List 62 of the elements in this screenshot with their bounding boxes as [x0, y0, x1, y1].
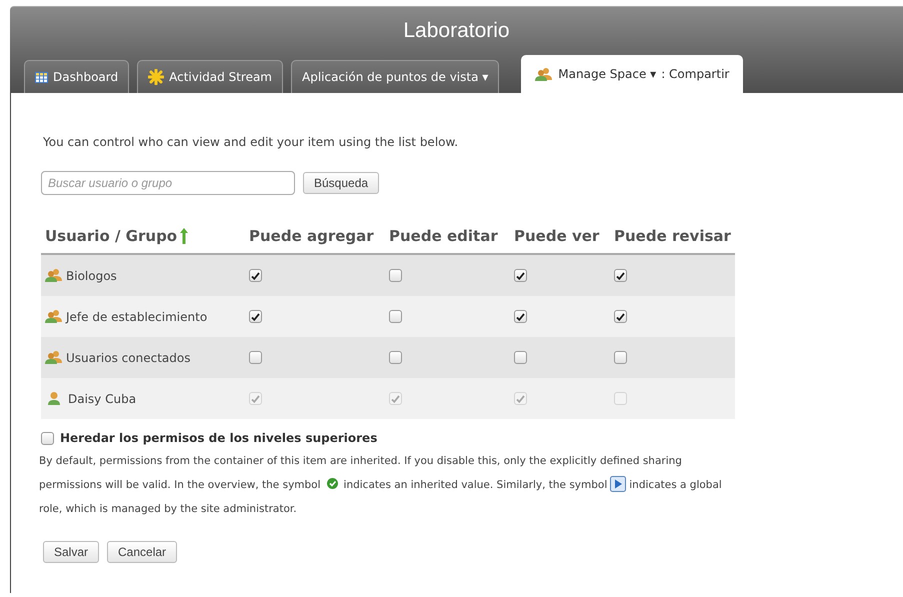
check-icon	[251, 394, 260, 402]
check-icon	[616, 312, 625, 320]
note-text: By default, permissions from the container of this item are inherited. If you disable this, only the explicitly defined sharing	[39, 454, 682, 469]
checkbox[interactable]	[614, 351, 627, 364]
note-text: indicates an inherited value. Similarly, the symbol	[344, 478, 608, 493]
column-header[interactable]: Puede ver	[514, 224, 600, 248]
check-icon	[251, 312, 260, 320]
play-icon	[610, 476, 626, 492]
inherit-label: Heredar los permisos de los niveles superiores	[60, 430, 378, 447]
intro-text: You can control who can view and edit your item using the list below.	[42, 134, 460, 151]
check-icon	[516, 272, 525, 280]
search-button[interactable]: Búsqueda	[303, 172, 380, 194]
checkbox[interactable]	[41, 432, 54, 444]
tab[interactable]: Actividad Stream	[137, 60, 283, 93]
grid-icon	[35, 72, 48, 82]
column-header[interactable]: Usuario / Grupo	[45, 224, 178, 248]
column-header[interactable]: Puede revisar	[614, 224, 731, 248]
member-name: Usuarios conectados	[66, 350, 190, 366]
tab[interactable]: Manage Space ▾ : Compartir	[521, 55, 744, 93]
check-circle-icon	[326, 478, 338, 488]
sort-arrow-icon[interactable]	[180, 228, 188, 244]
burst-icon	[148, 69, 164, 85]
checkbox[interactable]	[389, 310, 402, 323]
people-icon	[45, 309, 63, 324]
checkbox[interactable]	[249, 310, 262, 323]
member-name: Jefe de establecimiento	[66, 308, 208, 326]
save-button[interactable]: Salvar	[43, 541, 100, 563]
tab-label: Manage Space ▾	[558, 66, 656, 83]
tab-label: : Compartir	[661, 66, 730, 83]
tab[interactable]: Dashboard	[24, 60, 130, 93]
checkbox[interactable]	[614, 269, 627, 282]
note-text: role, which is managed by the site administrator.	[39, 502, 297, 517]
person-icon	[47, 391, 61, 406]
checkbox[interactable]	[249, 269, 262, 282]
search-field[interactable]: Buscar usuario o grupo	[41, 171, 295, 195]
tab-label: Aplicación de puntos de vista ▾	[302, 69, 488, 86]
checkbox[interactable]	[389, 269, 402, 282]
note-text: permissions will be valid. In the overview, the symbol	[39, 478, 321, 493]
column-header[interactable]: Puede agregar	[249, 224, 374, 248]
people-icon	[45, 350, 63, 365]
member-name: Daisy Cuba	[68, 390, 136, 408]
check-icon	[516, 312, 525, 320]
tab-label: Dashboard	[53, 69, 118, 86]
tab[interactable]: Aplicación de puntos de vista ▾	[291, 60, 500, 93]
checkbox[interactable]	[514, 269, 527, 282]
tab-label: Actividad Stream	[169, 69, 272, 86]
column-header[interactable]: Puede editar	[389, 224, 498, 248]
check-icon	[516, 394, 525, 402]
checkbox[interactable]	[389, 351, 402, 364]
checkbox[interactable]	[514, 351, 527, 364]
check-icon	[391, 394, 400, 402]
people-icon	[45, 268, 63, 283]
people-icon	[535, 66, 554, 82]
note-text: indicates a global	[629, 478, 722, 493]
checkbox[interactable]	[514, 310, 527, 323]
member-name: Biologos	[66, 268, 117, 284]
window-title: Laboratorio	[402, 18, 511, 44]
check-icon	[616, 272, 625, 280]
checkbox[interactable]	[614, 310, 627, 323]
cancel-button[interactable]: Cancelar	[107, 541, 178, 563]
checkbox[interactable]	[249, 351, 262, 364]
check-icon	[251, 272, 260, 280]
